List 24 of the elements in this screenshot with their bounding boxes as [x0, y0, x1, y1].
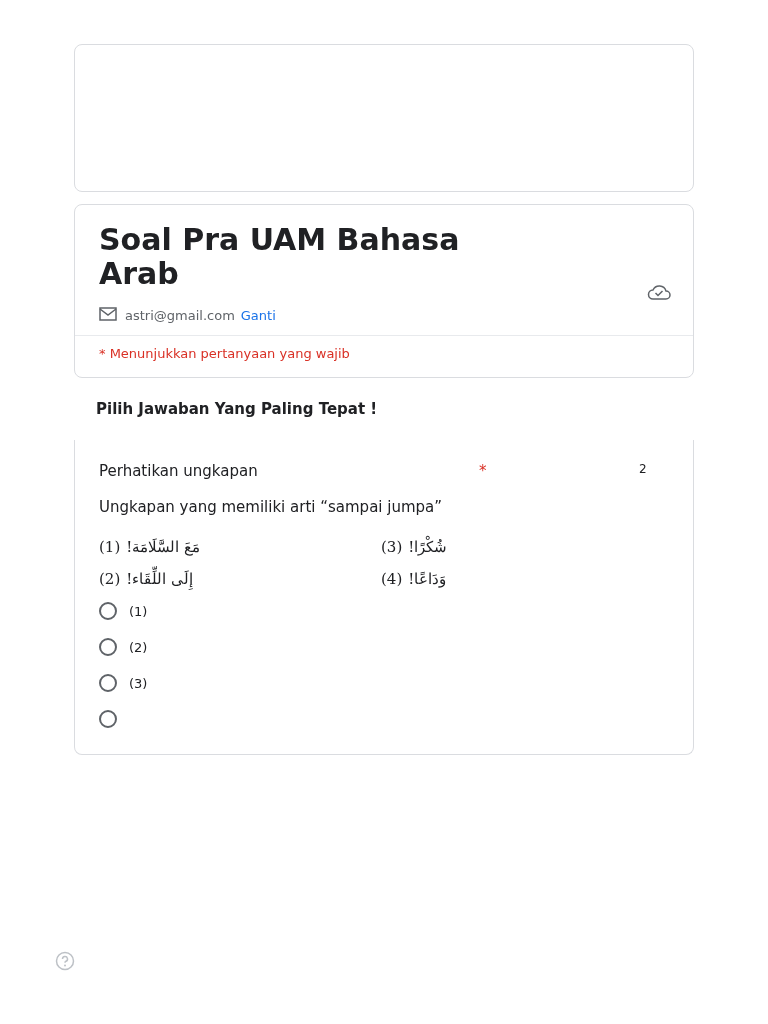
option-label: (3): [129, 676, 145, 691]
radio-button[interactable]: [99, 710, 117, 728]
phrase-number: (1): [99, 538, 121, 556]
section-title: Pilih Jawaban Yang Paling Tepat !: [95, 399, 379, 420]
option-label: (2): [129, 640, 145, 655]
phrase-number: (2): [99, 570, 121, 588]
mail-icon: [99, 306, 119, 324]
arabic-phrase: مَعَ السَّلَامَة!: [126, 538, 201, 556]
phrase-number: (4): [381, 570, 403, 588]
option-label: (1): [129, 604, 145, 619]
question-title: Perhatikan ungkapan: [99, 462, 259, 480]
required-note: * Menunjukkan pertanyaan yang wajib: [98, 345, 351, 363]
radio-button[interactable]: [99, 674, 117, 692]
radio-button[interactable]: [99, 602, 117, 620]
account-email: astri@gmail.com: [125, 307, 235, 323]
phrase-number: (3): [381, 538, 403, 556]
arabic-phrase: وَدَاعًا!: [408, 570, 447, 588]
required-mark: *: [479, 462, 488, 480]
cloud-check-icon: [647, 283, 671, 301]
form-title: Soal Pra UAM Bahasa Arab: [99, 223, 461, 291]
switch-account-link[interactable]: Ganti: [240, 307, 276, 323]
radio-button[interactable]: [99, 638, 117, 656]
question-prompt: Ungkapan yang memiliki arti “sampai jumpa”: [99, 498, 444, 516]
points-label: 2: [639, 462, 647, 476]
